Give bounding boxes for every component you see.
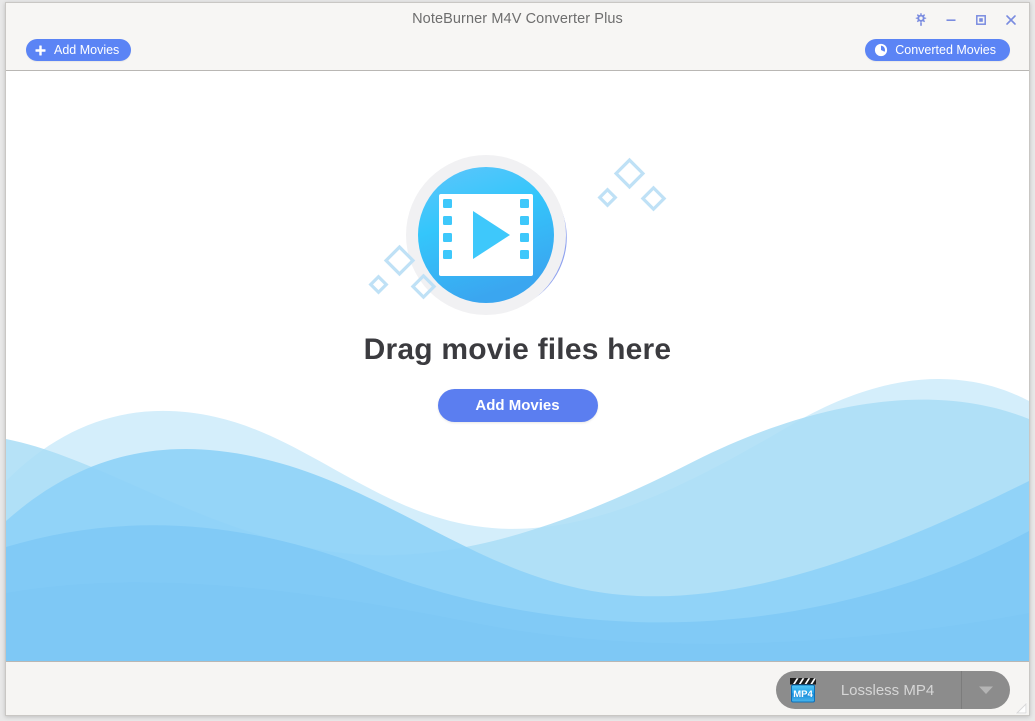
chevron-down-icon[interactable] bbox=[962, 684, 1010, 696]
toolbar: Add Movies Converted Movies bbox=[6, 36, 1029, 71]
add-movies-cta-label: Add Movies bbox=[475, 397, 559, 414]
title-bar: NoteBurner M4V Converter Plus bbox=[6, 3, 1029, 36]
output-format-label: Lossless MP4 bbox=[818, 682, 961, 699]
output-format-selector[interactable]: MP4 Lossless MP4 bbox=[776, 671, 1010, 709]
minimize-icon[interactable] bbox=[942, 11, 959, 28]
application-window: NoteBurner M4V Converter Plus bbox=[5, 2, 1030, 716]
add-movies-button-label: Add Movies bbox=[54, 43, 119, 57]
converted-movies-button-label: Converted Movies bbox=[895, 43, 996, 57]
mp4-clapperboard-icon: MP4 bbox=[788, 675, 818, 705]
svg-text:MP4: MP4 bbox=[793, 689, 813, 700]
drop-title: Drag movie files here bbox=[6, 333, 1029, 367]
plus-icon bbox=[34, 44, 47, 57]
resize-grip[interactable] bbox=[1015, 701, 1027, 713]
app-root: NoteBurner M4V Converter Plus bbox=[0, 0, 1035, 721]
maximize-icon[interactable] bbox=[972, 11, 989, 28]
drop-zone: Drag movie files here Add Movies bbox=[6, 139, 1029, 422]
drop-area[interactable]: Drag movie files here Add Movies bbox=[6, 71, 1029, 661]
converted-movies-button[interactable]: Converted Movies bbox=[865, 39, 1010, 61]
gear-icon[interactable] bbox=[912, 11, 929, 28]
bottom-bar: MP4 Lossless MP4 bbox=[6, 661, 1029, 715]
add-movies-cta-button[interactable]: Add Movies bbox=[438, 389, 598, 422]
clock-icon bbox=[874, 43, 888, 57]
film-play-icon bbox=[368, 139, 668, 329]
add-movies-button[interactable]: Add Movies bbox=[26, 39, 131, 61]
window-controls bbox=[912, 11, 1019, 28]
window-title: NoteBurner M4V Converter Plus bbox=[6, 11, 1029, 27]
close-icon[interactable] bbox=[1002, 11, 1019, 28]
